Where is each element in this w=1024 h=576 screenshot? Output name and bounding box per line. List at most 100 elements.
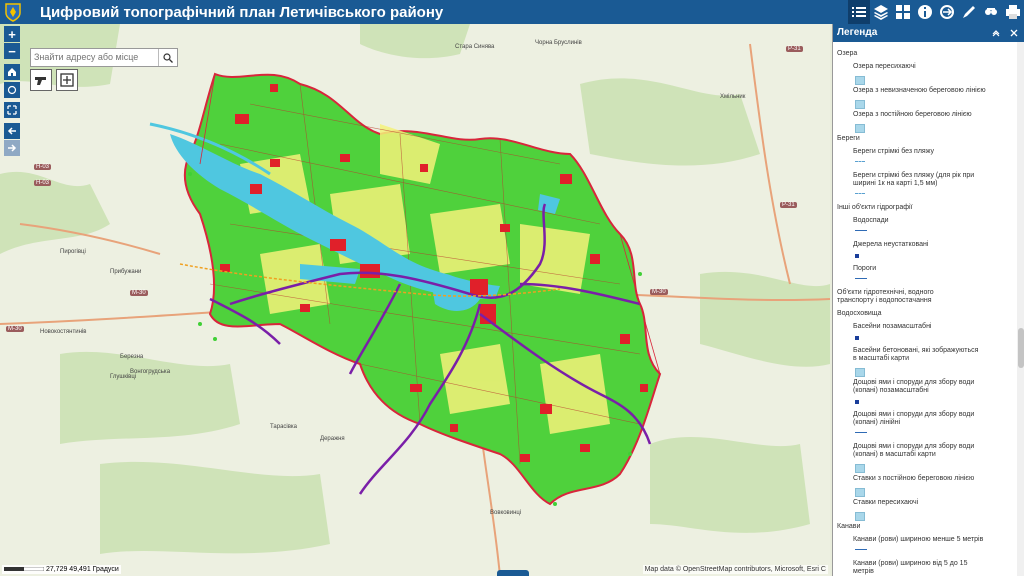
legend-header: Легенда xyxy=(833,24,1024,42)
legend-symbol-box xyxy=(855,488,865,497)
home-icon xyxy=(8,68,16,76)
map-label: Новокостянтинів xyxy=(40,329,87,335)
legend-group-label: Об'єкти гідротехнічні, водного транспорт… xyxy=(837,289,934,304)
legend-symbol-box xyxy=(855,76,865,85)
legend-symbol-box xyxy=(855,100,865,109)
legend-symbol-line xyxy=(855,278,867,279)
legend-symbol-dash xyxy=(855,161,865,163)
app-header: Цифровий топографічний план Летичівськог… xyxy=(0,0,1024,24)
locate-icon xyxy=(7,85,17,95)
about-button[interactable] xyxy=(914,0,936,24)
pistol-icon xyxy=(35,77,46,85)
measure-button[interactable] xyxy=(980,0,1002,24)
draw-icon xyxy=(963,6,975,18)
legend-symbol-dot xyxy=(855,336,859,340)
map-label: Хмільник xyxy=(720,94,746,100)
legend-item-label: Канави (рови) шириною від 5 до 15 метрів xyxy=(853,560,968,575)
legend-group-label: Водосховища xyxy=(837,310,882,317)
swipe-button[interactable] xyxy=(936,0,958,24)
close-icon xyxy=(1010,29,1018,37)
legend-group-label: Інші об'єкти гідрографії xyxy=(837,204,913,211)
map-label: Чорна Бруслинів xyxy=(535,40,582,46)
swipe-icon xyxy=(940,5,954,19)
layers-icon xyxy=(874,5,888,20)
forward-button[interactable] xyxy=(4,140,20,156)
coat-of-arms-icon xyxy=(5,3,21,22)
basemap-button[interactable] xyxy=(892,0,914,24)
select-tool-button[interactable] xyxy=(56,69,78,91)
home-button[interactable] xyxy=(4,64,20,80)
map-canvas[interactable] xyxy=(0,24,830,576)
legend-scrollbar[interactable] xyxy=(1017,42,1024,576)
legend-group-label: Береги xyxy=(837,135,860,142)
arrow-left-icon xyxy=(7,127,16,135)
legend-group-label: Озера xyxy=(837,50,858,57)
draw-button[interactable] xyxy=(958,0,980,24)
full-extent-button[interactable] xyxy=(4,102,20,118)
legend-item-label: Береги стрімкі без пляжу xyxy=(853,148,934,155)
map-label: Глушківці xyxy=(110,374,137,380)
legend-item-label: Озера з постійною береговою лінією xyxy=(853,111,972,118)
legend-symbol-box xyxy=(855,124,865,133)
map-label: Березна xyxy=(120,354,144,360)
zoom-out-button[interactable]: − xyxy=(4,43,20,59)
map-label: Тарасівка xyxy=(270,424,298,430)
search-box xyxy=(30,48,178,67)
road-label: М-30 xyxy=(130,290,148,296)
search-button[interactable] xyxy=(158,49,177,66)
legend-symbol-dot xyxy=(855,400,859,404)
legend-item-label: Канави (рови) шириною менше 5 метрів xyxy=(853,536,984,543)
map-label: Прибужани xyxy=(110,269,142,275)
legend-item-label: Дощові ями і споруди для збору води (коп… xyxy=(853,443,975,458)
legend-symbol-box xyxy=(855,368,865,377)
legend-symbol-dash xyxy=(855,193,865,195)
road-label: Р-31 xyxy=(786,46,803,52)
map-label: Деражня xyxy=(320,436,345,442)
measure-tool-button[interactable] xyxy=(30,69,52,91)
collapse-button[interactable] xyxy=(989,26,1003,40)
legend-symbol-line xyxy=(855,432,867,433)
search-icon xyxy=(163,52,173,63)
select-box-icon xyxy=(60,73,74,87)
road-label: Р-31 xyxy=(780,202,797,208)
legend-item-label: Дощові ями і споруди для збору води (коп… xyxy=(853,379,975,394)
road-label: М-30 xyxy=(650,289,668,295)
road-label: Н-03 xyxy=(34,180,52,186)
legend-item-label: Озера з невизначеною береговою лінією xyxy=(853,87,986,94)
legend-item-label: Озера пересихаючі xyxy=(853,63,916,70)
legend-group-label: Канави xyxy=(837,523,861,530)
legend-panel: Легенда Озера Озера пересихаючі Озера з не… xyxy=(832,24,1024,576)
attribute-table-toggle[interactable] xyxy=(497,570,529,576)
road-label: М-30 xyxy=(6,326,24,332)
print-button[interactable] xyxy=(1002,0,1024,24)
scale-bar-icon xyxy=(3,566,45,572)
coordinates-text: 27,729 49,491 Градуси xyxy=(45,566,119,573)
legend-button[interactable] xyxy=(848,0,870,24)
chevron-up-icon xyxy=(992,30,1000,37)
map-label: Пирогівці xyxy=(60,249,86,255)
locate-button[interactable] xyxy=(4,82,20,98)
legend-symbol-line xyxy=(855,230,867,231)
arrow-right-icon xyxy=(8,144,17,152)
map-view[interactable]: Стара Синява Хмільник Чорна Бруслинів Пи… xyxy=(0,24,830,576)
scale-bar: 27,729 49,491 Градуси xyxy=(2,565,121,574)
print-icon xyxy=(1006,5,1020,19)
road-label: Н-03 xyxy=(34,164,52,170)
map-label: Вовковинці xyxy=(490,510,522,516)
toolbar xyxy=(848,0,1024,24)
basemap-icon xyxy=(896,5,910,19)
legend-item-label: Ставки з постійною береговою лінією xyxy=(853,475,975,482)
layers-button[interactable] xyxy=(870,0,892,24)
zoom-in-button[interactable]: + xyxy=(4,26,20,42)
scrollbar-thumb[interactable] xyxy=(1018,328,1024,368)
back-button[interactable] xyxy=(4,123,20,139)
attribution: Map data © OpenStreetMap contributors, M… xyxy=(642,565,828,574)
search-input[interactable] xyxy=(31,49,158,64)
legend-list[interactable]: Озера Озера пересихаючі Озера з невизначен… xyxy=(833,42,1017,576)
legend-symbol-box xyxy=(855,464,865,473)
close-button[interactable] xyxy=(1007,26,1021,40)
legend-item-label: Басейни бетоновані, які зображуються в м… xyxy=(853,347,979,362)
legend-item-label: Ставки пересихаючі xyxy=(853,499,919,506)
legend-symbol-box xyxy=(855,512,865,521)
legend-item-label: Джерела неустатковані xyxy=(853,241,929,248)
